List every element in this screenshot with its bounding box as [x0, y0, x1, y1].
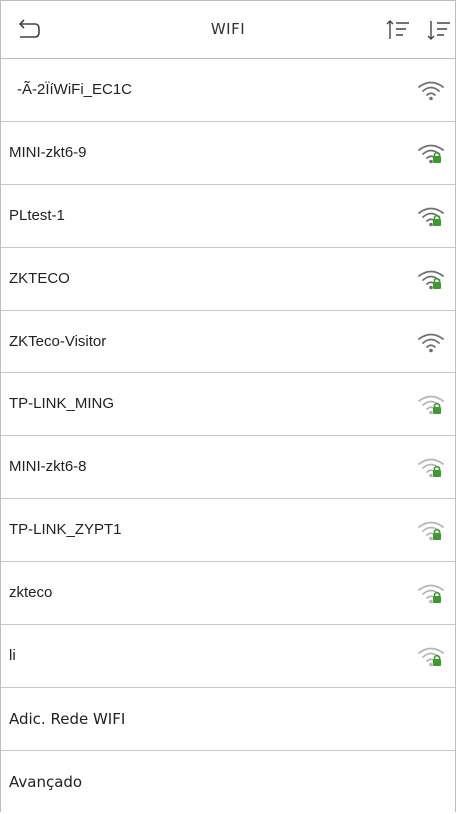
network-row[interactable]: MINI-zkt6-9 [1, 122, 455, 185]
network-row[interactable]: ZKTeco-Visitor [1, 311, 455, 374]
add-network-label: Adic. Rede WIFI [9, 709, 126, 728]
wifi-screen: WIFI -Ã-2ÏíWiFi_EC1C MINI-zkt6-9 PLtest-… [0, 0, 456, 812]
sort-ascending-icon[interactable] [385, 17, 411, 43]
network-ssid: ZKTECO [9, 269, 70, 287]
network-ssid: MINI-zkt6-9 [9, 143, 87, 161]
wifi-signal-locked-icon [417, 645, 445, 669]
wifi-signal-locked-icon [417, 205, 445, 229]
wifi-signal-locked-icon [417, 393, 445, 417]
advanced-label: Avançado [9, 772, 83, 791]
network-row[interactable]: li [1, 625, 455, 688]
network-ssid: TP-LINK_ZYPT1 [9, 521, 122, 539]
network-ssid: ZKTeco-Visitor [9, 332, 107, 350]
network-row[interactable]: ZKTECO [1, 248, 455, 311]
network-row[interactable]: zkteco [1, 562, 455, 626]
add-network-button[interactable]: Adic. Rede WIFI [1, 688, 455, 751]
network-ssid: li [9, 647, 16, 665]
network-row[interactable]: -Ã-2ÏíWiFi_EC1C [1, 59, 455, 122]
network-ssid: PLtest-1 [9, 206, 65, 224]
wifi-signal-locked-icon [417, 268, 445, 292]
network-ssid: MINI-zkt6-8 [9, 458, 87, 476]
wifi-signal-icon [417, 79, 445, 103]
network-ssid: zkteco [9, 584, 53, 602]
wifi-signal-locked-icon [417, 519, 445, 543]
wifi-signal-locked-icon [417, 582, 445, 606]
network-list: -Ã-2ÏíWiFi_EC1C MINI-zkt6-9 PLtest-1 ZKT… [1, 59, 455, 814]
network-ssid: TP-LINK_MING [9, 395, 115, 413]
wifi-signal-icon [417, 331, 445, 355]
network-row[interactable]: PLtest-1 [1, 185, 455, 248]
header-bar: WIFI [1, 0, 455, 59]
wifi-signal-locked-icon [417, 456, 445, 480]
sort-descending-icon[interactable] [426, 17, 452, 43]
network-row[interactable]: MINI-zkt6-8 [1, 436, 455, 500]
network-row[interactable]: TP-LINK_MING [1, 373, 455, 437]
network-ssid: -Ã-2ÏíWiFi_EC1C [17, 81, 133, 98]
advanced-button[interactable]: Avançado [1, 751, 455, 814]
wifi-signal-locked-icon [417, 142, 445, 166]
network-row[interactable]: TP-LINK_ZYPT1 [1, 499, 455, 563]
